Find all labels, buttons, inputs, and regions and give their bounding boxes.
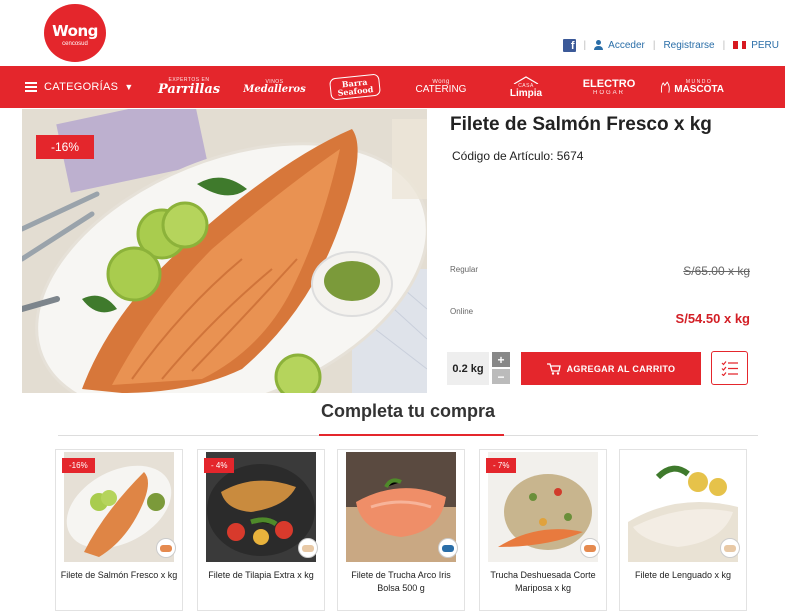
pet-icon <box>660 81 670 93</box>
nav-casa-limpia[interactable]: CASA Limpia <box>505 66 547 108</box>
nav-wong-catering[interactable]: Wong CATERING <box>416 66 467 108</box>
hamburger-icon <box>25 82 37 92</box>
categories-label: CATEGORÍAS <box>44 81 119 93</box>
related-product-card[interactable]: - 4% Filete de Tilapia Extra x kg <box>197 449 325 611</box>
quantity-minus-button[interactable]: − <box>492 369 510 384</box>
top-bar: Wong cencosud f | Acceder | Registrarse … <box>0 0 787 66</box>
related-product-card[interactable]: Filete de Lenguado x kg <box>619 449 747 611</box>
fish-icon <box>438 538 458 558</box>
logo-text: Wong <box>52 21 98 40</box>
registrarse-link[interactable]: Registrarse <box>663 40 714 51</box>
quantity-field[interactable]: 0.2 kg <box>447 352 489 385</box>
nav-parrillas[interactable]: EXPERTOS EN Parrillas <box>158 66 220 108</box>
related-product-card[interactable]: - 7% Trucha Deshuesada Corte Mariposa x … <box>479 449 607 611</box>
country-selector[interactable]: PERU <box>751 40 779 51</box>
quantity-plus-button[interactable]: + <box>492 352 510 367</box>
online-price-label: Online <box>450 307 474 316</box>
categories-menu-button[interactable]: CATEGORÍAS ▼ <box>25 81 134 93</box>
related-discount-badge: - 7% <box>486 458 517 473</box>
fish-icon <box>298 538 318 558</box>
account-links: f | Acceder | Registrarse | PERU <box>562 37 779 53</box>
category-nav-bar: CATEGORÍAS ▼ EXPERTOS EN Parrillas VINOS… <box>0 66 785 108</box>
fish-icon <box>720 538 740 558</box>
logo-subtext: cencosud <box>62 40 88 47</box>
related-product-name[interactable]: Filete de Tilapia Extra x kg <box>202 569 320 582</box>
fish-icon <box>156 538 176 558</box>
chevron-down-icon: ▼ <box>124 82 134 92</box>
checklist-icon <box>721 361 738 376</box>
peru-flag-icon <box>733 41 747 49</box>
nav-vinos-medalleros[interactable]: VINOS Medalleros <box>243 66 305 108</box>
fish-icon <box>580 538 600 558</box>
related-discount-badge: -16% <box>62 458 95 473</box>
nav-barra-seafood[interactable]: Barra Seafood <box>328 66 382 108</box>
product-title: Filete de Salmón Fresco x kg <box>450 114 712 135</box>
regular-price-label: Regular <box>450 265 479 274</box>
regular-price: S/65.00 x kg <box>683 264 750 278</box>
add-to-list-button[interactable] <box>711 351 748 385</box>
add-to-cart-label: AGREGAR AL CARRITO <box>566 363 676 374</box>
cart-icon <box>546 362 561 375</box>
related-product-name[interactable]: Filete de Trucha Arco Iris Bolsa 500 g <box>342 569 460 595</box>
related-discount-badge: - 4% <box>204 458 235 473</box>
acceder-link[interactable]: Acceder <box>608 40 645 51</box>
related-section-title: Completa tu compra <box>320 401 496 421</box>
wong-logo[interactable]: Wong cencosud <box>44 4 106 62</box>
online-price: S/54.50 x kg <box>675 311 750 326</box>
nav-electro-hogar[interactable]: ELECTRO HOGAR <box>583 66 636 108</box>
user-icon <box>594 40 604 50</box>
nav-mundo-mascota[interactable]: MUNDO MASCOTA <box>660 66 724 108</box>
product-code: Código de Artículo: 5674 <box>452 149 584 163</box>
add-to-cart-button[interactable]: AGREGAR AL CARRITO <box>521 352 701 385</box>
section-divider-accent <box>319 434 504 436</box>
related-product-card[interactable]: Filete de Trucha Arco Iris Bolsa 500 g <box>337 449 465 611</box>
facebook-icon[interactable]: f <box>562 38 576 52</box>
related-product-card[interactable]: -16% Filete de Salmón Fresco x kg <box>55 449 183 611</box>
discount-badge: -16% <box>36 135 94 159</box>
related-product-name[interactable]: Trucha Deshuesada Corte Mariposa x kg <box>484 569 602 595</box>
related-product-name[interactable]: Filete de Lenguado x kg <box>624 569 742 582</box>
related-product-name[interactable]: Filete de Salmón Fresco x kg <box>60 569 178 582</box>
